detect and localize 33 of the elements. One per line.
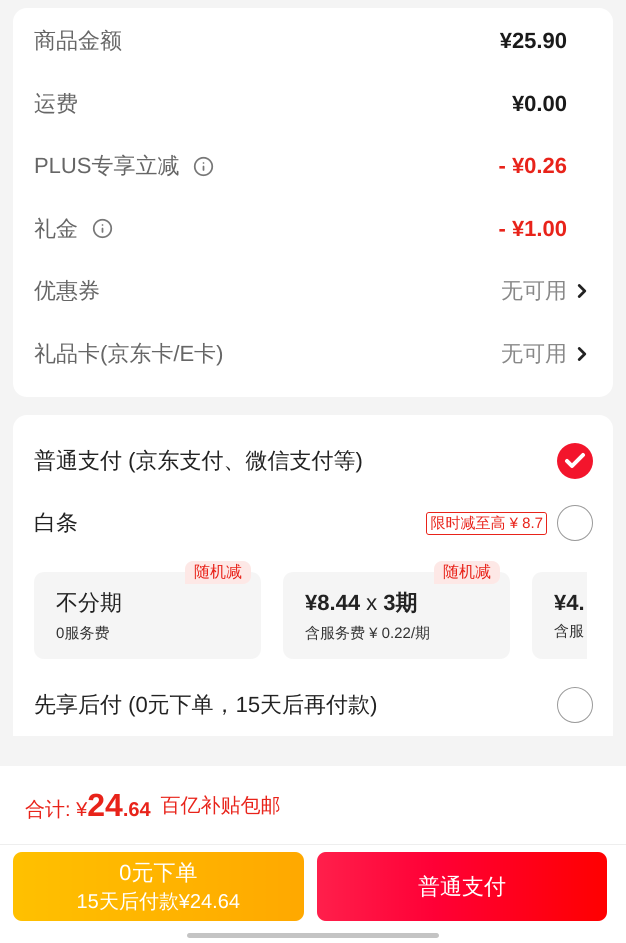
price-value: ¥25.90: [500, 28, 567, 54]
payment-option-label: 白条: [34, 509, 78, 537]
plan-note: 0服务费: [56, 624, 110, 643]
plan-note: 含服: [554, 622, 585, 641]
plan-title: ¥8.44 x 3期: [305, 589, 419, 617]
promo-badge: 限时减至高 ¥ 8.7: [426, 512, 547, 534]
payment-option-label: 普通支付 (京东支付、微信支付等): [34, 447, 363, 475]
price-label: 优惠券: [34, 277, 100, 306]
price-value: - ¥1.00: [498, 216, 567, 242]
price-label: PLUS专享立减: [34, 152, 180, 180]
info-icon[interactable]: [92, 218, 113, 240]
radio-button[interactable]: [557, 505, 593, 541]
plan-note: 含服务费 ¥ 0.22/期: [305, 624, 432, 643]
shipping-note: 百亿补贴包邮: [160, 794, 281, 818]
info-icon[interactable]: [193, 156, 214, 177]
price-label: 运费: [34, 90, 78, 118]
discount-tag: 随机减: [434, 561, 500, 584]
discount-tag: 随机减: [185, 561, 251, 584]
plan-title: 不分期: [56, 589, 123, 617]
plan-title: ¥4.: [554, 590, 586, 616]
price-value: 无可用: [501, 277, 567, 306]
payment-option-label: 先享后付 (0元下单，15天后再付款): [34, 691, 378, 719]
price-label: 商品金额: [34, 27, 122, 56]
pay-button[interactable]: 普通支付: [316, 852, 607, 921]
total-amount: 合计: ¥24.64: [25, 786, 151, 824]
radio-button[interactable]: [557, 687, 593, 723]
radio-button[interactable]: [557, 443, 593, 479]
price-label: 礼品卡(京东卡/E卡): [34, 340, 224, 368]
price-label: 礼金: [34, 214, 78, 243]
price-value: ¥0.00: [512, 90, 567, 117]
installment-option[interactable]: ¥4. 含服: [532, 572, 587, 659]
price-value: - ¥0.26: [498, 153, 567, 180]
price-value: 无可用: [501, 340, 567, 368]
